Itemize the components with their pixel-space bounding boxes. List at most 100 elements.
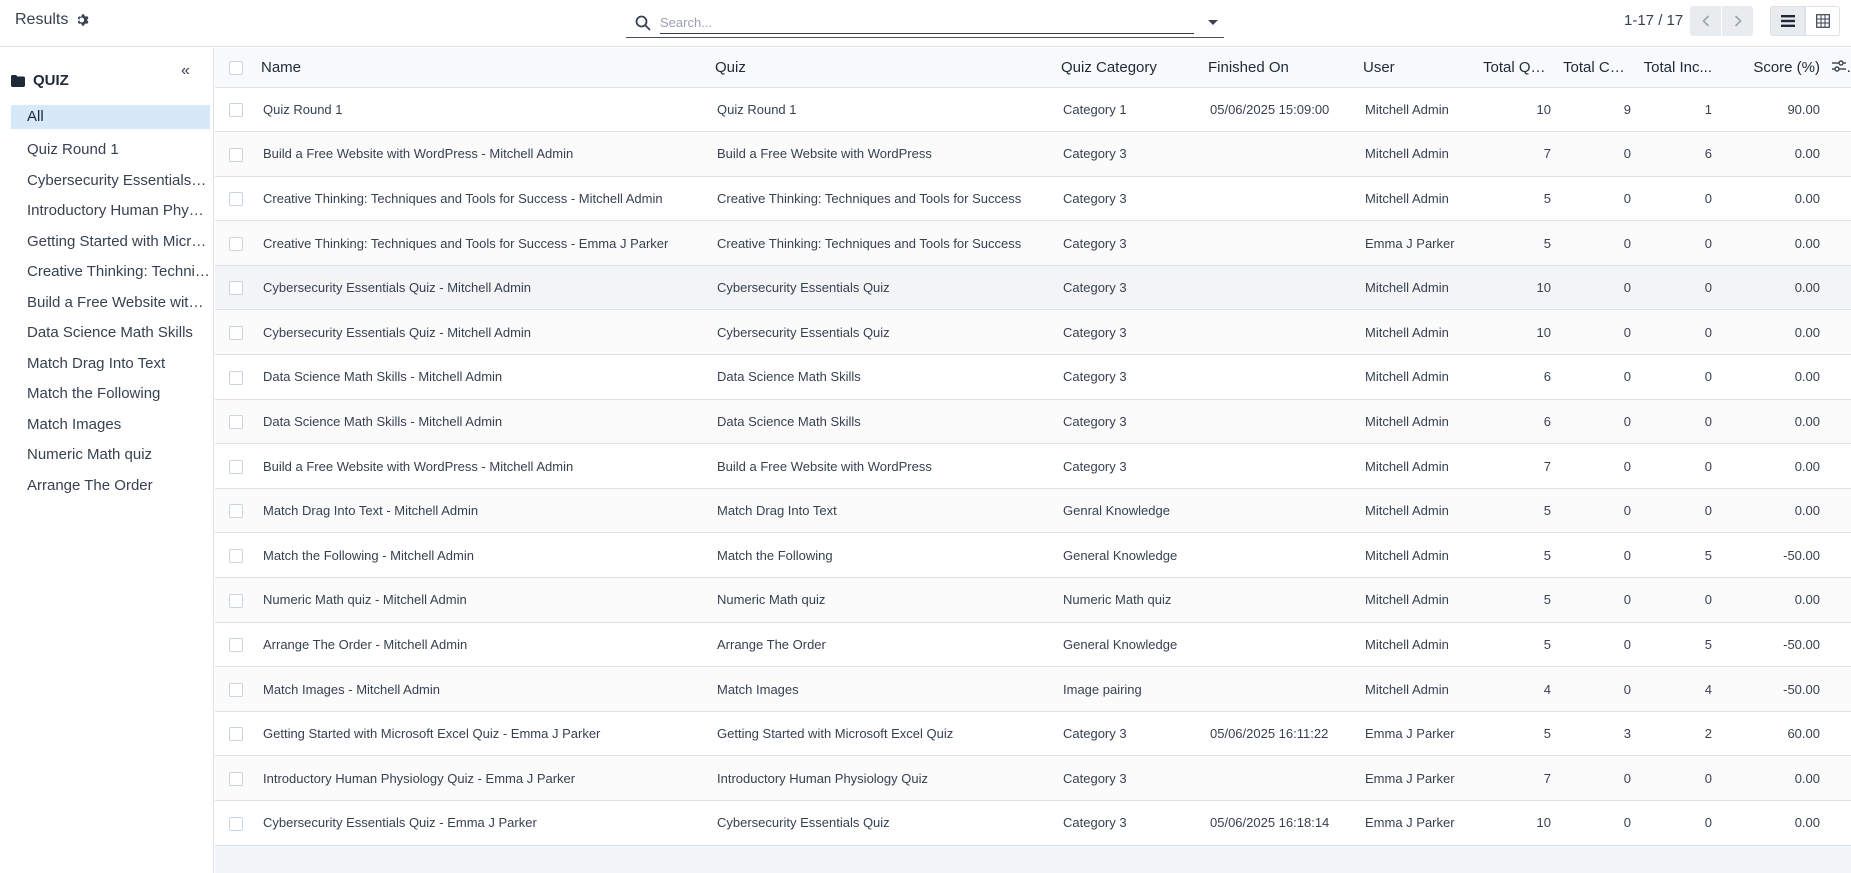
row-total-correct: 0	[1557, 131, 1637, 177]
table-row[interactable]: Numeric Math quiz - Mitchell Admin Numeri…	[215, 577, 1851, 623]
results-table: Name Quiz Quiz Category Finished On User…	[215, 48, 1851, 846]
category-item[interactable]: Introductory Human Physiology Quiz	[11, 196, 210, 227]
row-name: Build a Free Website with WordPress - Mi…	[255, 443, 709, 489]
category-item[interactable]: Getting Started with Microsoft Excel Qui…	[11, 227, 210, 258]
pivot-view-button[interactable]	[1805, 6, 1840, 36]
row-checkbox[interactable]	[229, 593, 243, 608]
row-quiz: Numeric Math quiz	[709, 577, 1055, 623]
row-finished-on	[1202, 176, 1357, 222]
category-item[interactable]: Quiz Round 1	[11, 135, 210, 166]
row-total-questions: 10	[1477, 800, 1557, 846]
row-checkbox[interactable]	[229, 192, 243, 207]
row-select-cell	[215, 443, 255, 489]
table-row[interactable]: Match the Following - Mitchell Admin Matc…	[215, 532, 1851, 579]
column-header-user[interactable]: User	[1357, 48, 1477, 88]
row-checkbox[interactable]	[229, 638, 243, 653]
row-checkbox[interactable]	[229, 549, 243, 564]
row-finished-on	[1202, 309, 1357, 356]
category-item[interactable]: Match the Following	[11, 379, 210, 410]
column-header-total-questions[interactable]: Total Qu...	[1477, 48, 1557, 88]
pager-previous-button[interactable]	[1690, 6, 1721, 36]
category-item[interactable]: Arrange The Order	[11, 471, 210, 502]
table-row[interactable]: Build a Free Website with WordPress - Mi…	[215, 443, 1851, 489]
row-user: Mitchell Admin	[1357, 532, 1477, 579]
pager-value[interactable]: 1-17 / 17	[1624, 12, 1683, 29]
column-header-category[interactable]: Quiz Category	[1055, 48, 1202, 88]
row-checkbox[interactable]	[229, 415, 243, 430]
category-item[interactable]: Data Science Math Skills	[11, 318, 210, 349]
row-checkbox[interactable]	[229, 236, 243, 251]
column-header-finished[interactable]: Finished On	[1202, 48, 1357, 88]
category-item[interactable]: Creative Thinking: Techniques and Tools …	[11, 257, 210, 288]
row-checkbox[interactable]	[229, 326, 243, 341]
row-total-incorrect: 0	[1637, 577, 1718, 623]
table-row[interactable]: Creative Thinking: Techniques and Tools …	[215, 176, 1851, 222]
column-header-total-correct[interactable]: Total Cor...	[1557, 48, 1637, 88]
row-checkbox[interactable]	[229, 504, 243, 519]
optional-columns-toggle[interactable]	[1826, 48, 1851, 88]
table-row[interactable]: Cybersecurity Essentials Quiz - Mitchell…	[215, 309, 1851, 356]
category-item[interactable]: Cybersecurity Essentials Quiz	[11, 166, 210, 197]
row-total-incorrect: 0	[1637, 488, 1718, 534]
row-total-incorrect: 0	[1637, 265, 1718, 311]
table-row[interactable]: Data Science Math Skills - Mitchell Admi…	[215, 399, 1851, 445]
category-item-all[interactable]: All	[11, 105, 210, 129]
category-item[interactable]: Build a Free Website with WordPress	[11, 288, 210, 319]
row-spacer-cell	[1826, 399, 1851, 445]
table-row[interactable]: Cybersecurity Essentials Quiz - Mitchell…	[215, 265, 1851, 311]
row-finished-on	[1202, 443, 1357, 489]
table-row[interactable]: Getting Started with Microsoft Excel Qui…	[215, 711, 1851, 757]
category-item[interactable]: Numeric Math quiz	[11, 440, 210, 471]
row-total-questions: 6	[1477, 354, 1557, 400]
row-select-cell	[215, 666, 255, 712]
row-checkbox[interactable]	[229, 370, 243, 385]
breadcrumb-title[interactable]: Results	[15, 11, 68, 29]
column-header-score[interactable]: Score (%)	[1718, 48, 1826, 88]
column-header-name[interactable]: Name	[255, 48, 709, 88]
list-view-button[interactable]	[1770, 6, 1805, 36]
table-row[interactable]: Introductory Human Physiology Quiz - Emm…	[215, 755, 1851, 801]
pager-next-button[interactable]	[1722, 6, 1753, 36]
row-name: Cybersecurity Essentials Quiz - Mitchell…	[255, 309, 709, 356]
table-row[interactable]: Match Images - Mitchell Admin Match Image…	[215, 666, 1851, 712]
category-item[interactable]: Match Drag Into Text	[11, 349, 210, 380]
row-total-incorrect: 2	[1637, 711, 1718, 757]
table-row[interactable]: Cybersecurity Essentials Quiz - Emma J P…	[215, 800, 1851, 846]
column-header-quiz[interactable]: Quiz	[709, 48, 1055, 88]
row-spacer-cell	[1826, 800, 1851, 846]
row-user: Mitchell Admin	[1357, 87, 1477, 133]
row-checkbox[interactable]	[229, 281, 243, 296]
gear-icon[interactable]	[76, 13, 90, 27]
row-total-correct: 0	[1557, 176, 1637, 222]
table-row[interactable]: Arrange The Order - Mitchell Admin Arrang…	[215, 622, 1851, 668]
row-total-incorrect: 0	[1637, 800, 1718, 846]
row-spacer-cell	[1826, 622, 1851, 668]
row-score: 0.00	[1718, 131, 1826, 177]
row-finished-on	[1202, 755, 1357, 801]
search-input[interactable]	[660, 11, 1194, 34]
double-chevron-left-icon[interactable]: «	[181, 62, 190, 80]
row-checkbox[interactable]	[229, 459, 243, 474]
row-name: Getting Started with Microsoft Excel Qui…	[255, 711, 709, 757]
list-view: Name Quiz Quiz Category Finished On User…	[215, 48, 1851, 873]
caret-down-icon[interactable]	[1206, 16, 1220, 30]
row-finished-on	[1202, 399, 1357, 445]
select-all-checkbox[interactable]	[229, 60, 243, 75]
row-checkbox[interactable]	[229, 682, 243, 697]
row-checkbox[interactable]	[229, 727, 243, 742]
table-row[interactable]: Creative Thinking: Techniques and Tools …	[215, 220, 1851, 266]
category-item[interactable]: Match Images	[11, 410, 210, 441]
row-score: 0.00	[1718, 176, 1826, 222]
row-checkbox[interactable]	[229, 103, 243, 118]
table-row[interactable]: Build a Free Website with WordPress - Mi…	[215, 131, 1851, 177]
table-row[interactable]: Data Science Math Skills - Mitchell Admi…	[215, 354, 1851, 400]
row-finished-on: 05/06/2025 16:18:14	[1202, 800, 1357, 846]
row-checkbox[interactable]	[229, 816, 243, 831]
row-checkbox[interactable]	[229, 771, 243, 786]
row-checkbox[interactable]	[229, 147, 243, 162]
row-category: Category 3	[1055, 711, 1202, 757]
table-row[interactable]: Match Drag Into Text - Mitchell Admin Mat…	[215, 488, 1851, 534]
column-header-total-incorrect[interactable]: Total Inc...	[1637, 48, 1718, 88]
row-total-correct: 0	[1557, 265, 1637, 311]
table-row[interactable]: Quiz Round 1 Quiz Round 1 Category 1 05/06/…	[215, 87, 1851, 133]
